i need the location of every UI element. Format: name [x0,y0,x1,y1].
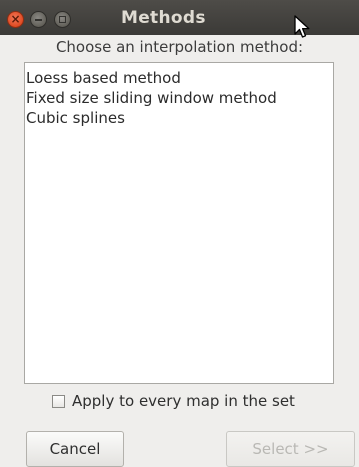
apply-all-checkbox[interactable] [52,395,65,408]
list-item-cubic-splines[interactable]: Cubic splines [25,108,333,128]
apply-all-label[interactable]: Apply to every map in the set [72,392,295,410]
cancel-button[interactable]: Cancel [26,431,124,467]
close-icon[interactable]: × [7,11,24,28]
select-button[interactable]: Select >> [226,431,355,467]
list-item-loess[interactable]: Loess based method [25,68,333,88]
window-title: Methods [121,8,206,28]
minimize-icon[interactable] [30,11,47,28]
mouse-pointer-icon [294,15,310,38]
prompt-label: Choose an interpolation method: [55,38,304,56]
methods-dialog: × Methods Choose an interpolation method… [0,0,359,467]
methods-listbox[interactable]: Loess based method Fixed size sliding wi… [24,62,334,384]
list-item-sliding-window[interactable]: Fixed size sliding window method [25,88,333,108]
maximize-icon[interactable] [54,11,71,28]
title-bar[interactable]: × Methods [0,0,359,38]
